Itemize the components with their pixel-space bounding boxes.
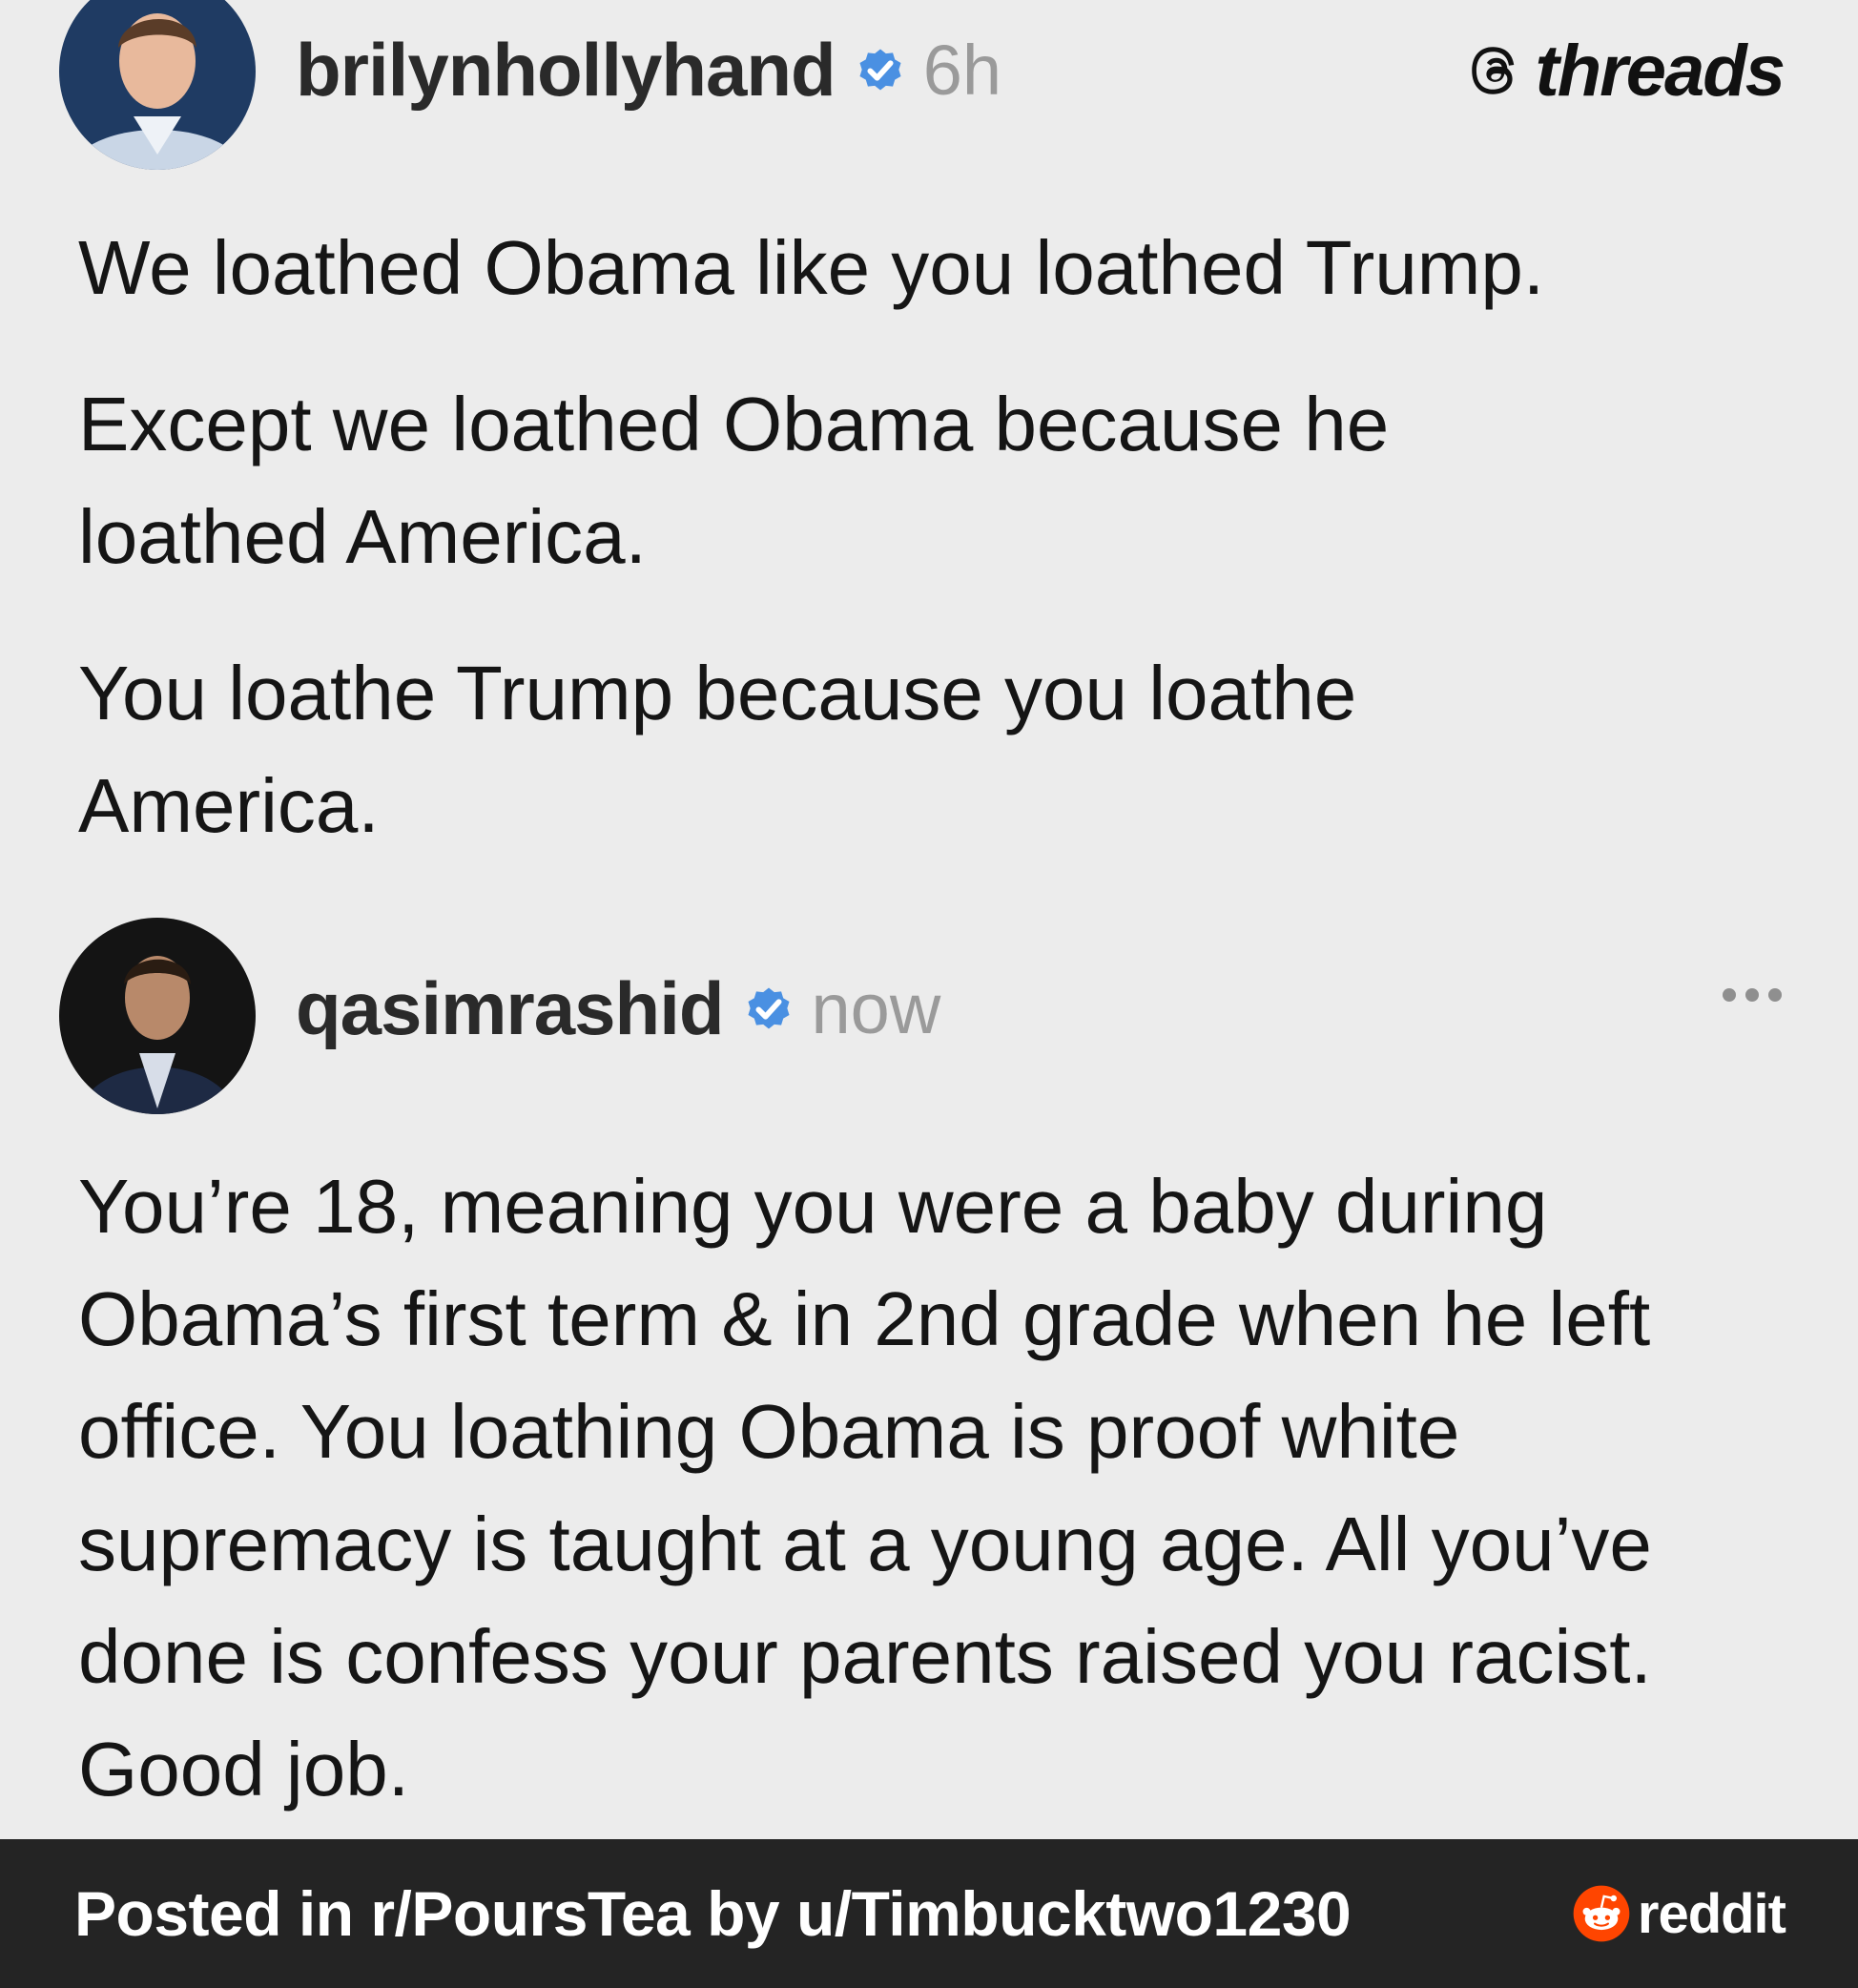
post-time: 6h (922, 30, 1002, 110)
post-header: brilynhollyhand 6h (296, 17, 1001, 122)
post-paragraph-1: You’re 18, meaning you were a baby durin… (78, 1164, 1652, 1812)
avatar-brilynhollyhand[interactable] (59, 0, 256, 170)
reddit-logo-icon (1571, 1883, 1632, 1944)
reddit-footer-bar: Posted in r/PoursTea by u/Timbucktwo1230… (0, 1839, 1858, 1988)
avatar-qasimrashid[interactable] (59, 918, 256, 1114)
avatar-image (59, 0, 256, 170)
footer-attribution: Posted in r/PoursTea by u/Timbucktwo1230 (74, 1878, 1352, 1949)
post-body: You’re 18, meaning you were a baby durin… (78, 1150, 1795, 1870)
post-time: now (811, 968, 941, 1048)
post-paragraph-2: Except we loathed Obama because he loath… (78, 382, 1390, 579)
threads-logo: threads (1464, 23, 1786, 118)
threads-wordmark: threads (1535, 30, 1786, 112)
more-options-icon[interactable] (1723, 988, 1782, 1002)
post-header: qasimrashid now (296, 956, 940, 1061)
reddit-logo: reddit (1571, 1874, 1786, 1954)
verified-badge-icon (741, 981, 796, 1036)
post-paragraph-3: You loathe Trump because you loathe Amer… (78, 651, 1357, 848)
verified-badge-icon (853, 42, 908, 97)
username[interactable]: brilynhollyhand (296, 27, 836, 114)
reddit-wordmark: reddit (1637, 1882, 1786, 1945)
avatar-image (59, 918, 256, 1114)
post-paragraph-1: We loathed Obama like you loathed Trump. (78, 225, 1545, 310)
post-body: We loathed Obama like you loathed Trump.… (78, 212, 1795, 906)
threads-logo-icon (1464, 39, 1527, 102)
username[interactable]: qasimrashid (296, 965, 725, 1052)
